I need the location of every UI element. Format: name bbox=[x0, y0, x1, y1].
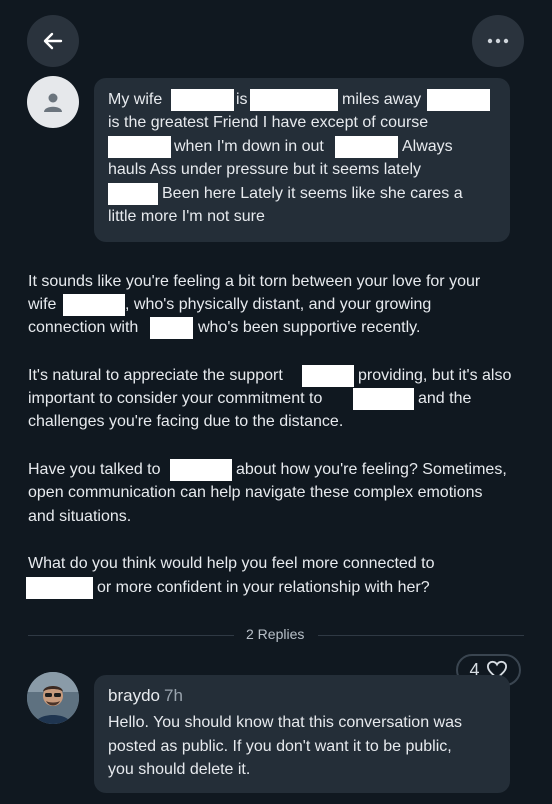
reply-author-name[interactable]: braydo bbox=[108, 686, 160, 706]
redaction bbox=[108, 136, 171, 158]
user-message-text: is the greatest Friend I have except of … bbox=[108, 114, 429, 131]
response-text: open communication can help navigate the… bbox=[28, 484, 483, 501]
response-text: and the bbox=[418, 390, 472, 407]
divider bbox=[28, 635, 234, 636]
redaction bbox=[150, 317, 193, 339]
response-text: It sounds like you're feeling a bit torn… bbox=[28, 273, 481, 290]
user-message-text: hauls Ass under pressure but it seems la… bbox=[108, 161, 422, 178]
redaction bbox=[250, 89, 338, 111]
user-message-text: Been here Lately it seems like she cares… bbox=[162, 185, 463, 202]
avatar-photo bbox=[27, 672, 79, 724]
arrow-left-icon bbox=[43, 32, 63, 50]
response-text: or more confident in your relationship w… bbox=[97, 579, 430, 596]
redaction bbox=[26, 577, 93, 599]
redaction bbox=[427, 89, 490, 111]
reply-timestamp: 7h bbox=[164, 686, 183, 705]
reply-text: posted as public. If you don't want it t… bbox=[108, 738, 452, 755]
redaction bbox=[302, 365, 354, 387]
divider bbox=[318, 635, 524, 636]
redaction bbox=[353, 388, 414, 410]
reply-text: Hello. You should know that this convers… bbox=[108, 714, 462, 731]
response-text: Have you talked to bbox=[28, 461, 161, 478]
user-message-text: when I'm down in out bbox=[174, 138, 324, 155]
response-text: challenges you're facing due to the dist… bbox=[28, 413, 344, 430]
response-text: What do you think would help you feel mo… bbox=[28, 555, 435, 572]
response-text: about how you're feeling? Sometimes, bbox=[236, 461, 507, 478]
replies-toggle[interactable]: 2 Replies bbox=[246, 626, 304, 642]
redaction bbox=[108, 183, 158, 205]
redaction bbox=[335, 136, 398, 158]
user-avatar bbox=[27, 76, 79, 128]
redaction bbox=[170, 459, 232, 481]
user-message-text: My wife bbox=[108, 91, 163, 108]
response-text: wife bbox=[28, 296, 57, 313]
user-message-text: little more I'm not sure bbox=[108, 208, 265, 225]
response-text: It's natural to appreciate the support bbox=[28, 367, 283, 384]
back-button[interactable] bbox=[27, 15, 79, 67]
more-options-button[interactable] bbox=[472, 15, 524, 67]
user-message-text: miles away bbox=[342, 91, 422, 108]
response-text: and situations. bbox=[28, 508, 132, 525]
person-icon bbox=[44, 93, 62, 112]
response-text: who's been supportive recently. bbox=[198, 319, 421, 336]
redaction bbox=[63, 294, 125, 316]
response-text: providing, but it's also bbox=[358, 367, 512, 384]
redaction bbox=[171, 89, 234, 111]
response-text: connection with bbox=[28, 319, 139, 336]
response-text: , who's physically distant, and your gro… bbox=[125, 296, 432, 313]
response-text: important to consider your commitment to bbox=[28, 390, 323, 407]
user-message-text: Always bbox=[402, 138, 453, 155]
more-horizontal-icon bbox=[487, 38, 509, 44]
reply-author-avatar[interactable] bbox=[27, 672, 79, 724]
reply-text: you should delete it. bbox=[108, 761, 251, 778]
user-message-text: is bbox=[236, 91, 248, 108]
